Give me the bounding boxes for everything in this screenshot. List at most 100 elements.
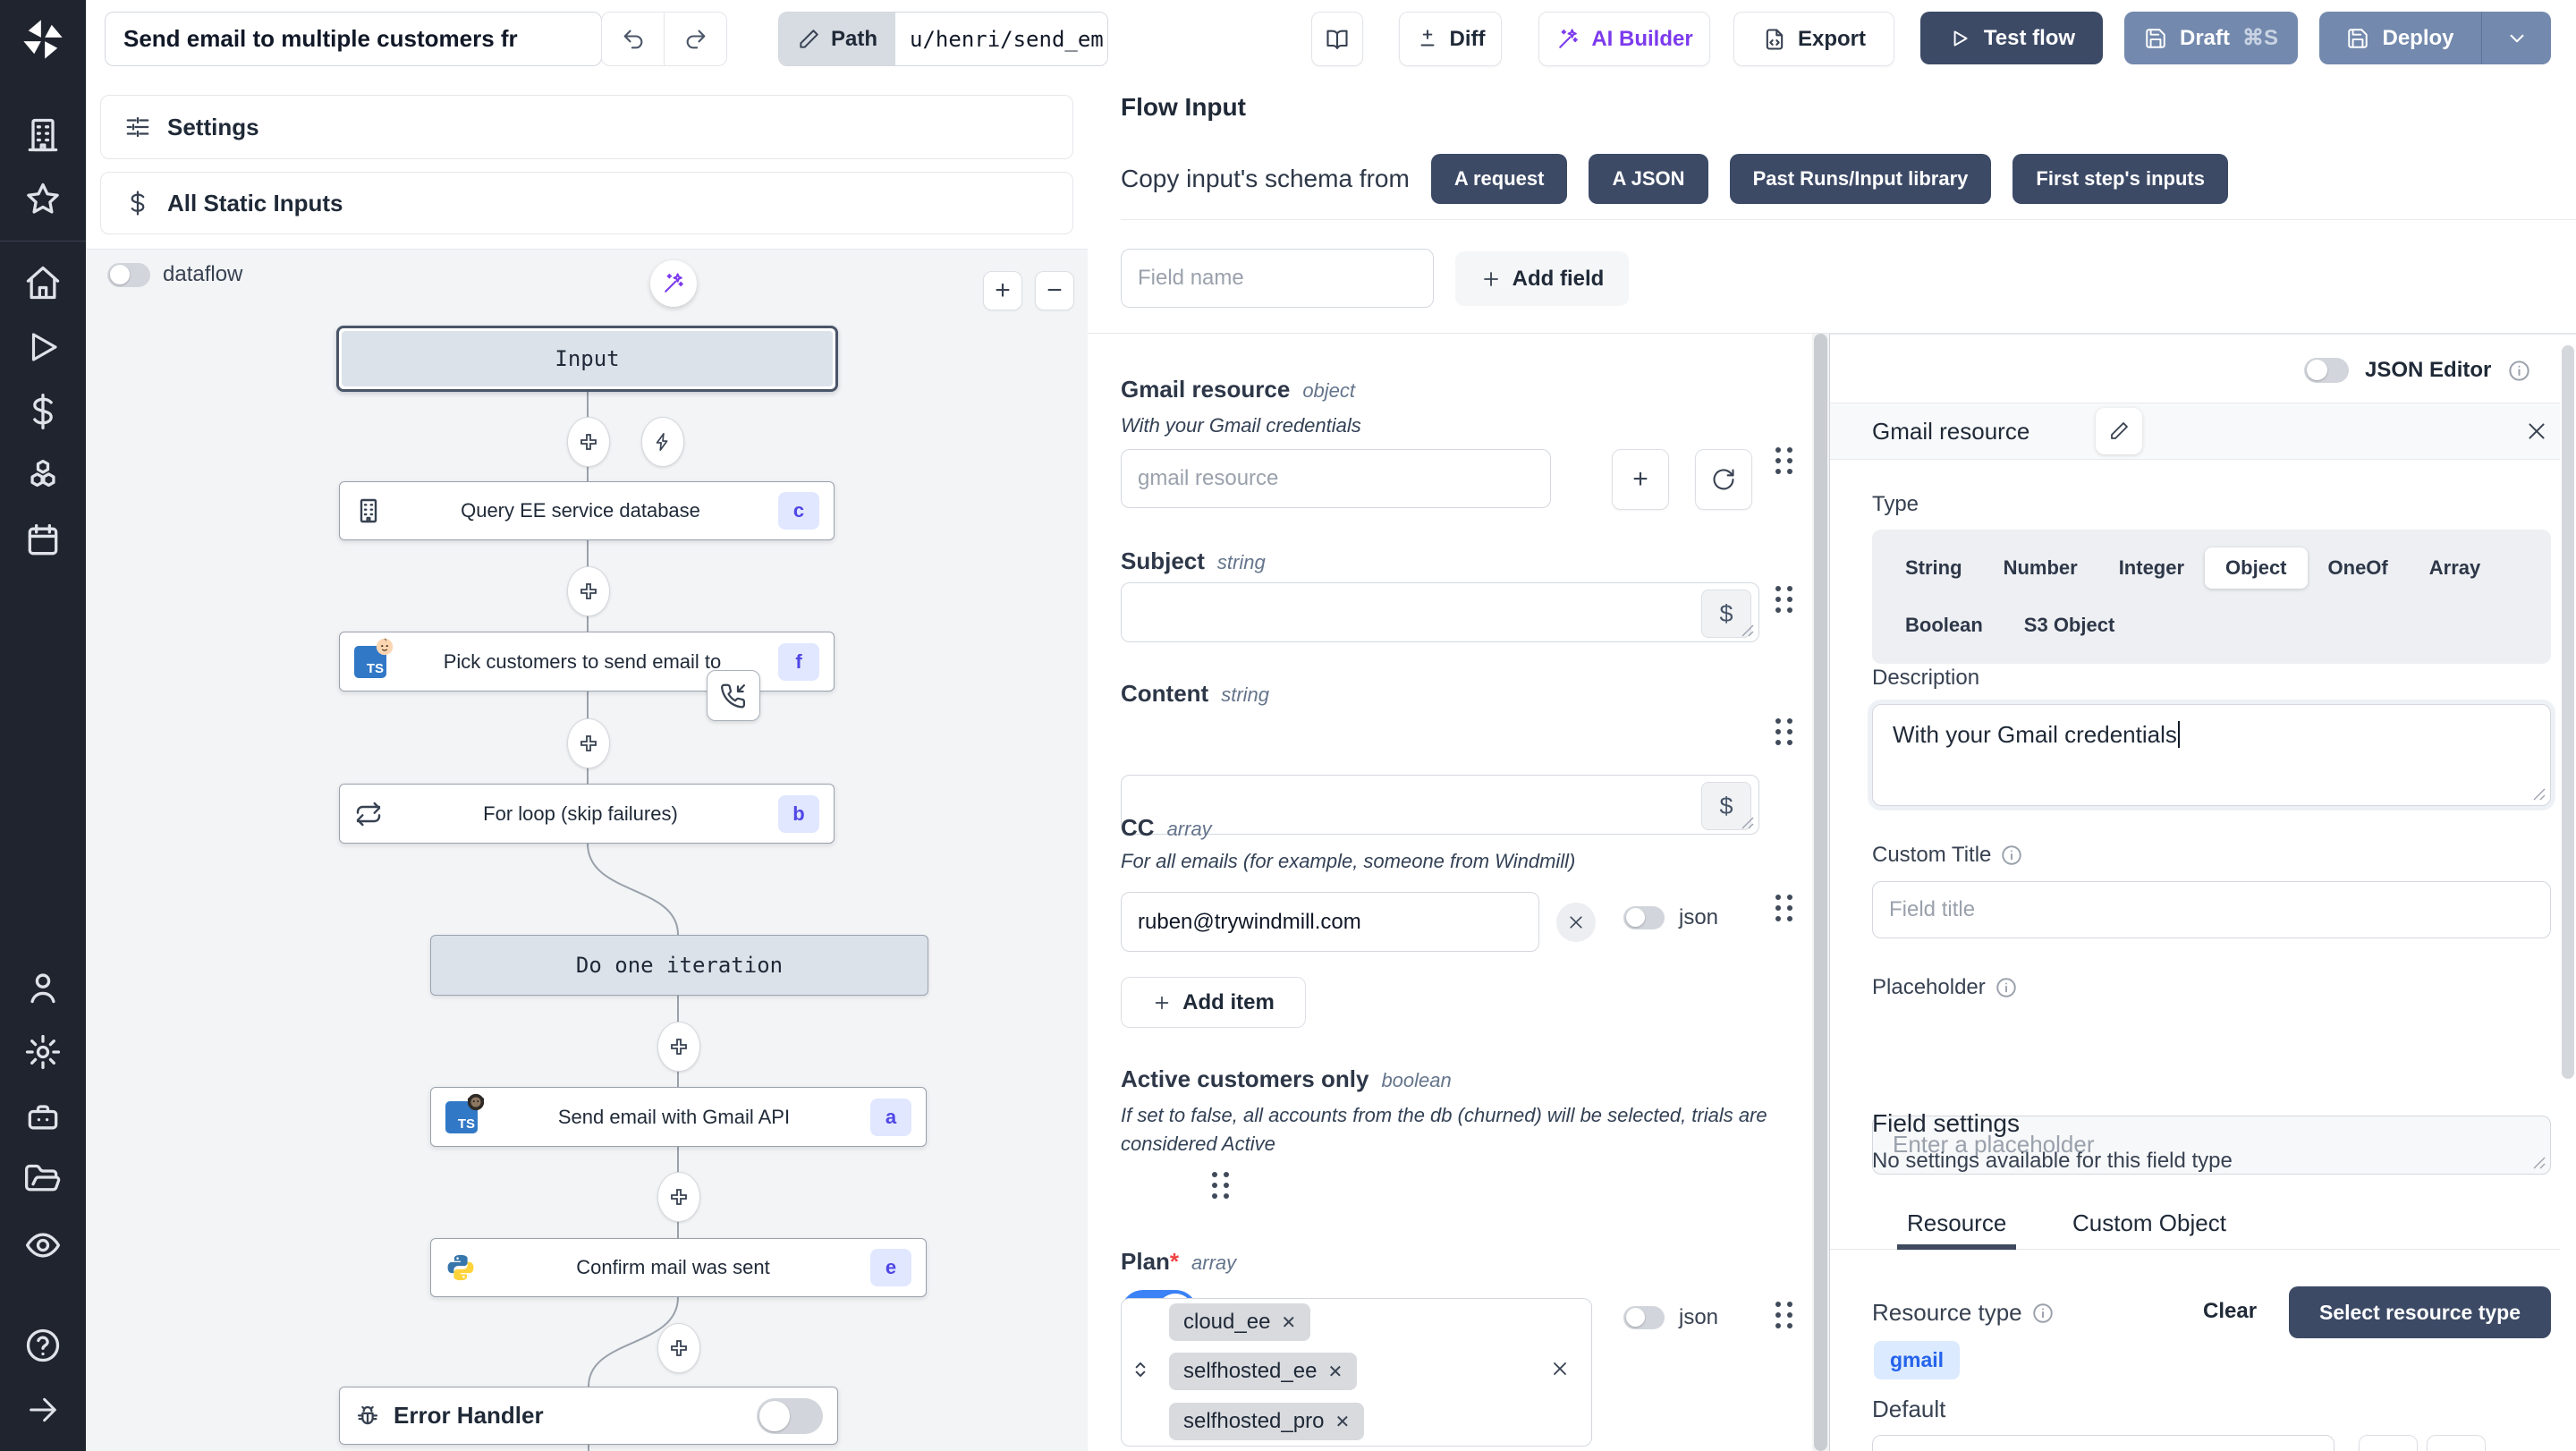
sidebar-item-resources[interactable]	[0, 444, 86, 508]
custom-title-input[interactable]: Field title	[1872, 881, 2551, 938]
add-item-button[interactable]: Add item	[1121, 977, 1306, 1028]
drag-handle[interactable]	[1775, 447, 1794, 476]
zoom-out-button[interactable]: −	[1035, 271, 1074, 310]
flow-title-input[interactable]: Send email to multiple customers fr	[105, 12, 602, 66]
info-icon[interactable]	[2000, 844, 2023, 867]
clear-button[interactable]: Clear	[2203, 1299, 2257, 1324]
cc-item-input[interactable]: ruben@trywindmill.com	[1121, 892, 1539, 952]
clear-tags-icon[interactable]	[1549, 1358, 1571, 1379]
add-resource-button[interactable]: +	[1612, 449, 1669, 510]
add-step-button[interactable]	[657, 1022, 700, 1072]
redo-button[interactable]	[665, 12, 727, 66]
tab-resource[interactable]: Resource	[1907, 1209, 2006, 1237]
drag-handle[interactable]	[1775, 586, 1794, 615]
expand-sidebar-icon[interactable]	[0, 1378, 86, 1442]
content-textarea[interactable]: $	[1121, 775, 1759, 835]
copy-from-past-runs-button[interactable]: Past Runs/Input library	[1730, 154, 1992, 204]
add-step-button[interactable]	[567, 566, 610, 616]
copy-from-request-button[interactable]: A request	[1431, 154, 1568, 204]
test-flow-button[interactable]: Test flow	[1920, 12, 2103, 64]
type-option[interactable]: S3 Object	[2004, 605, 2135, 646]
add-trigger-button[interactable]	[641, 417, 684, 467]
sidebar-item-folders[interactable]	[0, 1149, 86, 1213]
path-input[interactable]: u/henri/send_em	[895, 13, 1107, 65]
type-option-selected[interactable]: Object	[2205, 547, 2307, 589]
refresh-resource-button[interactable]	[1695, 449, 1752, 510]
add-step-button[interactable]	[567, 417, 610, 467]
add-step-button[interactable]	[657, 1323, 700, 1373]
node-for-loop[interactable]: For loop (skip failures) b	[339, 784, 835, 844]
info-icon[interactable]	[2507, 359, 2531, 383]
default-add-button[interactable]: +	[2359, 1435, 2418, 1451]
drag-handle[interactable]	[1775, 1302, 1794, 1330]
sort-icon[interactable]	[1129, 1358, 1152, 1381]
sidebar-item-variables[interactable]	[0, 379, 86, 444]
deploy-button[interactable]: Deploy	[2319, 12, 2481, 64]
drag-handle[interactable]	[1775, 718, 1794, 747]
plan-tags-box[interactable]: cloud_ee✕ selfhosted_ee✕ selfhosted_pro✕	[1121, 1298, 1592, 1447]
info-icon[interactable]	[1995, 976, 2018, 999]
node-send-email[interactable]: TS Send email with Gmail API a	[430, 1087, 927, 1147]
all-static-inputs-row[interactable]: All Static Inputs	[100, 172, 1073, 234]
phone-incoming-badge[interactable]	[707, 670, 760, 721]
sidebar-item-home[interactable]	[0, 250, 86, 315]
settings-row[interactable]: Settings	[100, 95, 1073, 159]
type-option[interactable]: Boolean	[1885, 605, 2004, 646]
add-step-button[interactable]	[657, 1172, 700, 1222]
sidebar-item-audit[interactable]	[0, 1213, 86, 1277]
sidebar-item-users[interactable]	[0, 955, 86, 1020]
path-label-segment[interactable]: Path	[779, 13, 895, 65]
node-confirm-mail[interactable]: Confirm mail was sent e	[430, 1238, 927, 1297]
cc-json-toggle[interactable]	[1623, 906, 1665, 929]
tab-custom-object[interactable]: Custom Object	[2072, 1209, 2226, 1237]
workspace-icon[interactable]	[0, 103, 86, 167]
close-panel-button[interactable]	[2515, 410, 2558, 453]
gmail-resource-input[interactable]: gmail resource	[1121, 449, 1551, 508]
add-field-button[interactable]: Add field	[1455, 251, 1629, 306]
favorites-star-icon[interactable]	[0, 167, 86, 232]
error-handler-toggle[interactable]	[757, 1398, 823, 1434]
type-option[interactable]: OneOf	[2308, 547, 2409, 589]
node-do-one-iteration[interactable]: Do one iteration	[430, 935, 928, 996]
edit-title-button[interactable]	[2096, 408, 2142, 454]
windmill-logo[interactable]	[0, 0, 86, 78]
default-input[interactable]	[1872, 1435, 2334, 1451]
export-button[interactable]: Export	[1733, 12, 1894, 66]
default-refresh-button[interactable]	[2427, 1435, 2486, 1451]
undo-button[interactable]	[601, 12, 665, 66]
remove-tag-icon[interactable]: ✕	[1335, 1411, 1350, 1433]
add-step-button[interactable]	[567, 718, 610, 768]
remove-tag-icon[interactable]: ✕	[1281, 1311, 1296, 1334]
docs-button[interactable]	[1311, 12, 1363, 66]
copy-from-json-button[interactable]: A JSON	[1589, 154, 1707, 204]
plan-json-toggle[interactable]	[1623, 1306, 1665, 1329]
copy-from-first-step-button[interactable]: First step's inputs	[2012, 154, 2228, 204]
resize-handle[interactable]	[1741, 817, 1754, 829]
mid-panel-scrollbar[interactable]	[1812, 334, 1829, 1451]
ai-flow-button[interactable]	[650, 260, 697, 307]
remove-tag-icon[interactable]: ✕	[1327, 1361, 1343, 1383]
select-resource-type-button[interactable]: Select resource type	[2289, 1286, 2551, 1338]
remove-cc-item-button[interactable]	[1556, 903, 1596, 942]
drag-handle[interactable]	[1212, 1172, 1231, 1201]
resize-handle[interactable]	[1741, 624, 1754, 637]
node-query-db[interactable]: Query EE service database c	[339, 481, 835, 540]
zoom-in-button[interactable]: +	[983, 271, 1022, 310]
deploy-dropdown-button[interactable]	[2481, 12, 2551, 64]
diff-button[interactable]: Diff	[1399, 12, 1502, 66]
info-icon[interactable]	[2031, 1302, 2055, 1325]
sidebar-item-schedules[interactable]	[0, 508, 86, 573]
resize-handle[interactable]	[2533, 788, 2546, 801]
description-textarea[interactable]: With your Gmail credentials	[1872, 704, 2551, 806]
type-option[interactable]: String	[1885, 547, 1983, 589]
draft-button[interactable]: Draft ⌘S	[2124, 12, 2298, 64]
subject-textarea[interactable]: $	[1121, 582, 1759, 642]
sidebar-item-ai[interactable]	[0, 1084, 86, 1149]
type-option[interactable]: Number	[1983, 547, 2098, 589]
resource-type-badge[interactable]: gmail	[1874, 1341, 1960, 1379]
help-icon[interactable]	[0, 1313, 86, 1378]
sidebar-item-runs[interactable]	[0, 315, 86, 379]
node-input[interactable]: Input	[336, 326, 838, 392]
node-error-handler[interactable]: Error Handler	[339, 1387, 838, 1445]
right-panel-scrollbar[interactable]	[2560, 335, 2576, 1451]
